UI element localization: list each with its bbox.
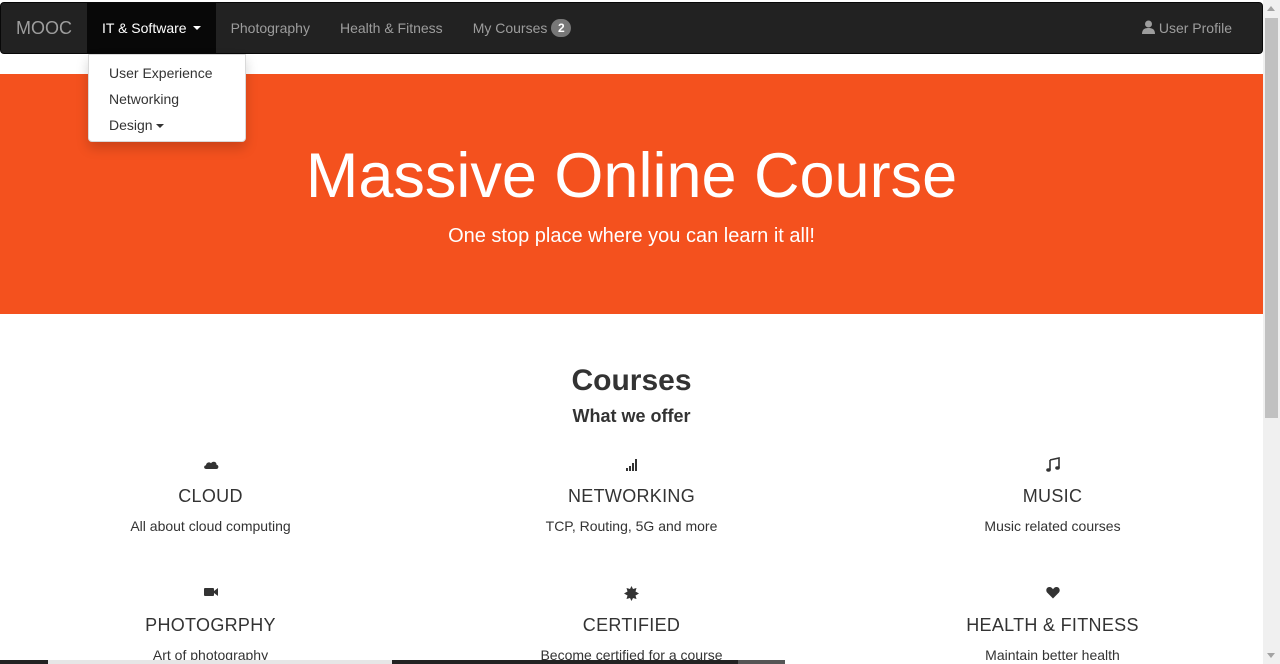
signal-icon	[421, 457, 842, 473]
nav-item-user-profile[interactable]: User Profile	[1127, 3, 1262, 53]
nav-item-label: My Courses	[472, 20, 548, 36]
course-title: PHOTOGRPHY	[145, 615, 276, 635]
top-navbar: MOOC IT & Software Photography Health & …	[0, 2, 1263, 54]
scroll-up-icon[interactable]	[1267, 6, 1275, 11]
hero-subtitle: One stop place where you can learn it al…	[448, 225, 815, 247]
nav-item-my-courses[interactable]: My Courses 2	[458, 3, 587, 53]
scrollbar-thumb[interactable]	[1265, 18, 1278, 418]
course-card-certified: CERTIFIED Become certified for a course	[421, 586, 842, 664]
nav-item-it-software[interactable]: IT & Software	[87, 3, 216, 53]
course-title: MUSIC	[1022, 486, 1083, 506]
caret-down-icon	[192, 26, 201, 30]
user-profile-label: User Profile	[1158, 20, 1232, 36]
video-camera-icon	[0, 586, 421, 602]
nav-item-label: Health & Fitness	[339, 20, 443, 36]
course-card-health-fitness: HEALTH & FITNESS Maintain better health	[842, 586, 1263, 664]
certificate-icon	[421, 586, 842, 602]
dropdown-item-networking[interactable]: Networking	[89, 86, 245, 112]
dropdown-item-label: Design	[109, 117, 153, 133]
course-description: Maintain better health	[985, 647, 1120, 663]
course-description: Music related courses	[984, 518, 1121, 534]
caret-down-icon	[155, 124, 164, 129]
user-icon	[1141, 20, 1155, 37]
courses-heading: Courses	[571, 364, 692, 397]
taskbar-segment	[48, 660, 392, 664]
scroll-down-icon[interactable]	[1267, 653, 1275, 658]
course-card-cloud: CLOUD All about cloud computing	[0, 457, 421, 536]
course-title: NETWORKING	[568, 486, 695, 506]
course-description: TCP, Routing, 5G and more	[545, 518, 718, 534]
bottom-taskbar-strip	[0, 660, 785, 664]
nav-item-health-fitness[interactable]: Health & Fitness	[325, 3, 458, 53]
taskbar-segment	[738, 660, 785, 664]
dropdown-item-user-experience[interactable]: User Experience	[89, 60, 245, 86]
course-card-music: MUSIC Music related courses	[842, 457, 1263, 536]
courses-subheading: What we offer	[572, 406, 691, 426]
music-icon	[842, 457, 1263, 473]
it-software-dropdown-menu: User Experience Networking Design	[88, 54, 246, 142]
dropdown-item-design[interactable]: Design	[89, 112, 245, 138]
course-card-networking: NETWORKING TCP, Routing, 5G and more	[421, 457, 842, 536]
heart-icon	[842, 586, 1263, 602]
course-title: CERTIFIED	[582, 615, 681, 635]
nav-item-photography[interactable]: Photography	[216, 3, 325, 53]
course-count-badge: 2	[551, 19, 572, 37]
hero-title: Massive Online Course	[305, 141, 958, 211]
brand-logo[interactable]: MOOC	[1, 3, 87, 53]
course-card-photography: PHOTOGRPHY Art of photography	[0, 586, 421, 664]
course-title: CLOUD	[178, 486, 243, 506]
nav-item-label: Photography	[230, 20, 310, 36]
course-title: HEALTH & FITNESS	[966, 615, 1139, 635]
cloud-icon	[0, 457, 421, 473]
nav-item-label: IT & Software	[102, 20, 187, 36]
course-description: All about cloud computing	[130, 518, 291, 534]
page-scrollbar[interactable]	[1263, 0, 1280, 664]
